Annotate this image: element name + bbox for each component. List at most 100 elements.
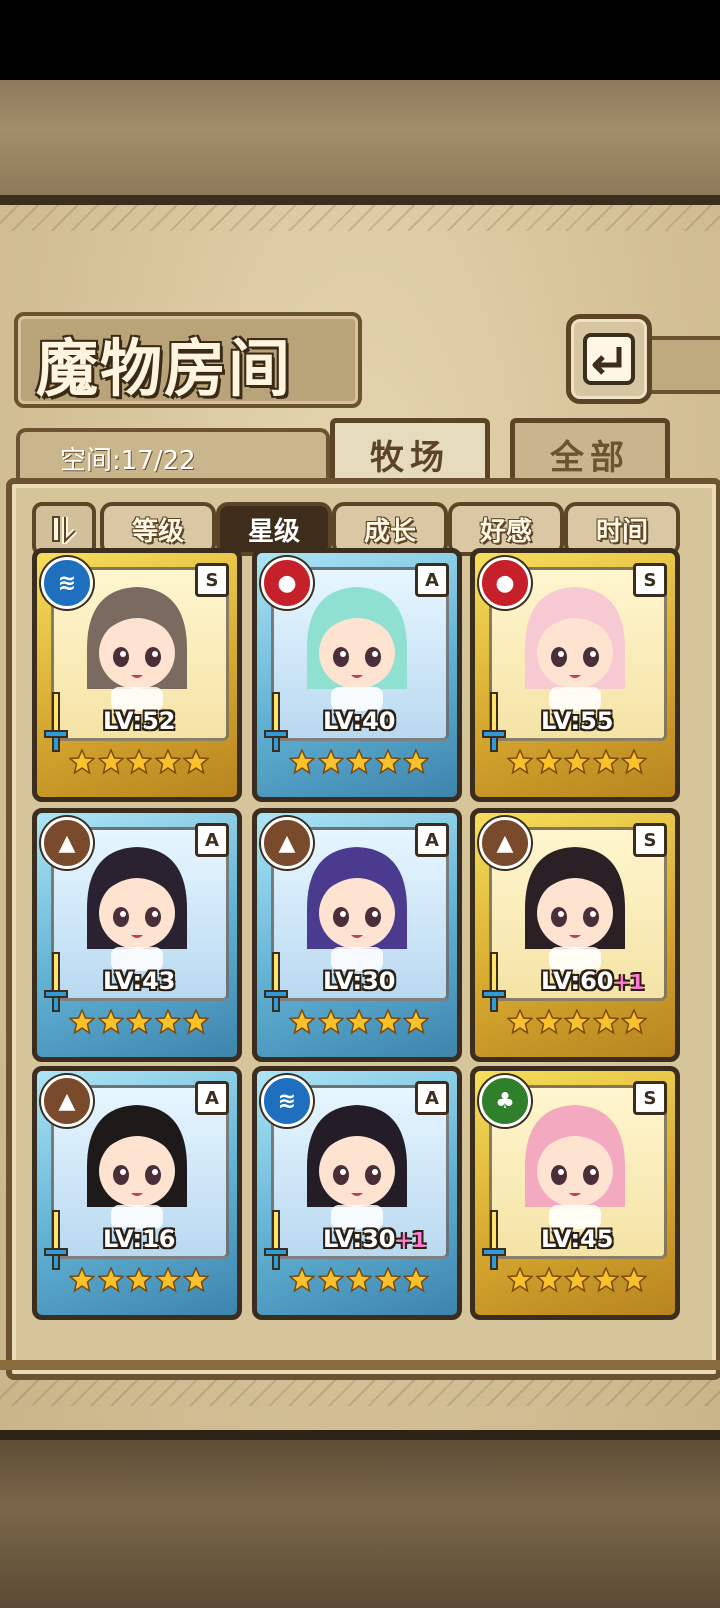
monster-level: LV:30 [323, 967, 395, 995]
monster-card[interactable]: ≋ A LV:30+1 [252, 1066, 462, 1320]
level-bonus: +1 [613, 970, 645, 994]
level-text: LV:45 [541, 1225, 614, 1253]
level-bonus: +1 [395, 1228, 427, 1252]
rank-badge: S [195, 563, 229, 597]
star-icon [374, 1267, 401, 1293]
star-icon [154, 1009, 181, 1035]
star-rating [289, 1009, 429, 1045]
star-icon [69, 749, 95, 775]
star-icon [126, 1009, 152, 1035]
level-text: LV:43 [103, 967, 176, 995]
star-icon [126, 749, 152, 775]
level-text: LV:55 [541, 707, 614, 735]
sword-icon [264, 952, 288, 1012]
monster-level: LV:45 [541, 1225, 613, 1253]
star-icon [97, 1267, 124, 1293]
monster-card[interactable]: ● A LV:40 [252, 548, 462, 802]
star-icon [183, 749, 209, 775]
star-rating [289, 749, 429, 785]
monster-portrait [307, 1105, 407, 1229]
water-element-icon: ≋ [41, 557, 93, 609]
star-icon [621, 749, 647, 775]
monster-portrait [525, 847, 625, 971]
monster-card[interactable]: ▲ S LV:60+1 [470, 808, 680, 1062]
monster-level: LV:16 [103, 1225, 175, 1253]
back-button[interactable] [566, 314, 652, 404]
monster-portrait [525, 587, 625, 711]
star-icon [592, 749, 619, 775]
monster-level: LV:43 [103, 967, 175, 995]
star-icon [403, 749, 429, 775]
star-rating [69, 749, 209, 785]
monster-card[interactable]: ▲ A LV:30 [252, 808, 462, 1062]
star-rating [69, 1009, 209, 1045]
sword-icon [44, 952, 68, 1012]
sort-icon [52, 516, 78, 544]
monster-card[interactable]: ♣ S LV:45 [470, 1066, 680, 1320]
sword-icon [482, 1210, 506, 1270]
map-background-bottom [0, 1440, 720, 1608]
star-icon [346, 1009, 372, 1035]
star-icon [403, 1009, 429, 1035]
star-rating [507, 1009, 647, 1045]
level-text: LV:40 [323, 707, 396, 735]
star-icon [154, 1267, 181, 1293]
star-icon [507, 1267, 533, 1293]
fire-element-icon: ● [479, 557, 531, 609]
star-rating [507, 1267, 647, 1303]
star-icon [535, 1267, 562, 1293]
star-icon [317, 1267, 344, 1293]
star-rating [507, 749, 647, 785]
star-icon [507, 1009, 533, 1035]
star-icon [403, 1267, 429, 1293]
monster-portrait [525, 1105, 625, 1229]
decorative-border [0, 205, 720, 231]
star-icon [592, 1009, 619, 1035]
rank-badge: S [633, 563, 667, 597]
star-rating [289, 1267, 429, 1303]
fire-element-icon: ● [261, 557, 313, 609]
rank-badge: S [633, 823, 667, 857]
monster-card[interactable]: ≋ S LV:52 [32, 548, 242, 802]
water-element-icon: ≋ [261, 1075, 313, 1127]
rank-badge: S [633, 1081, 667, 1115]
star-icon [564, 749, 590, 775]
star-icon [346, 1267, 372, 1293]
star-icon [69, 1009, 95, 1035]
star-icon [126, 1267, 152, 1293]
rank-badge: A [415, 1081, 449, 1115]
monster-card[interactable]: ▲ A LV:16 [32, 1066, 242, 1320]
star-icon [289, 749, 315, 775]
star-icon [289, 1009, 315, 1035]
monster-card[interactable]: ▲ A LV:43 [32, 808, 242, 1062]
star-icon [621, 1009, 647, 1035]
tab-all[interactable]: 全部 [510, 418, 670, 485]
monster-level: LV:30+1 [323, 1225, 426, 1253]
star-icon [535, 1009, 562, 1035]
star-icon [564, 1267, 590, 1293]
level-text: LV:52 [103, 707, 176, 735]
rank-badge: A [415, 823, 449, 857]
monster-portrait [307, 847, 407, 971]
rank-badge: A [415, 563, 449, 597]
decorative-border [0, 1380, 720, 1406]
star-rating [69, 1267, 209, 1303]
monster-portrait [87, 1105, 187, 1229]
star-icon [346, 749, 372, 775]
sword-icon [44, 692, 68, 752]
star-icon [154, 749, 181, 775]
rank-badge: A [195, 823, 229, 857]
panel-bottom-bar [0, 1360, 720, 1370]
star-icon [621, 1267, 647, 1293]
star-icon [374, 749, 401, 775]
sword-icon [44, 1210, 68, 1270]
tab-ranch[interactable]: 牧场 [330, 418, 490, 485]
monster-card[interactable]: ● S LV:55 [470, 548, 680, 802]
sword-icon [264, 1210, 288, 1270]
level-text: LV:30 [323, 1225, 396, 1253]
star-icon [183, 1009, 209, 1035]
earth-element-icon: ▲ [261, 817, 313, 869]
star-icon [564, 1009, 590, 1035]
star-icon [97, 1009, 124, 1035]
star-icon [535, 749, 562, 775]
